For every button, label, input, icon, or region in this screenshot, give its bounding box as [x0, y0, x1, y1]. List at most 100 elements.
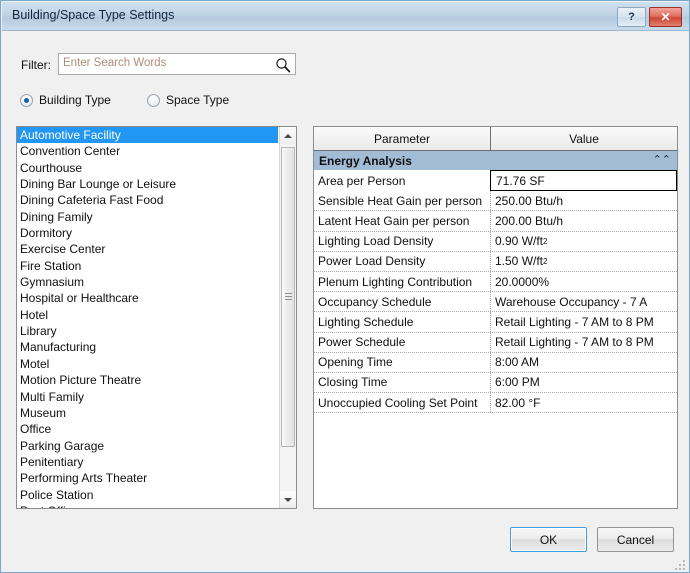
radio-checked-icon	[20, 93, 33, 107]
group-header-label: Energy Analysis	[319, 153, 412, 168]
list-item[interactable]: Motel	[17, 356, 278, 372]
question-mark-icon: ?	[628, 10, 635, 23]
table-row[interactable]: Latent Heat Gain per person 200.00 Btu/h	[314, 211, 677, 232]
scrollbar-thumb[interactable]	[281, 147, 295, 447]
parameter-name-cell: Unoccupied Cooling Set Point	[314, 393, 491, 413]
parameter-name-cell: Closing Time	[314, 372, 491, 393]
filter-label: Filter:	[21, 58, 51, 72]
radio-building-type[interactable]: Building Type	[20, 93, 111, 107]
list-item[interactable]: Gymnasium	[17, 274, 278, 290]
dialog-body: Filter: Building Type Space Type Automot…	[2, 31, 689, 572]
list-item[interactable]: Manufacturing	[17, 339, 278, 355]
chevron-up-icon[interactable]: ⌃⌃	[653, 155, 671, 166]
superscript: 2	[543, 236, 548, 246]
close-x-icon: ✕	[660, 10, 671, 24]
list-item[interactable]: Exercise Center	[17, 241, 278, 257]
table-body: Area per Person 71.76 SF Sensible Heat Gai…	[314, 170, 677, 414]
scrollbar-grip-icon	[285, 293, 292, 301]
parameter-name-cell: Power Load Density	[314, 251, 491, 271]
table-row[interactable]: Plenum Lighting Contribution 20.0000%	[314, 271, 677, 293]
ok-button-label: OK	[539, 532, 558, 547]
close-button[interactable]: ✕	[649, 7, 682, 27]
parameter-value-cell[interactable]: Warehouse Occupancy - 7 A	[491, 292, 677, 311]
list-item[interactable]: Convention Center	[17, 143, 278, 159]
list-item[interactable]: Dining Cafeteria Fast Food	[17, 192, 278, 208]
table-row[interactable]: Lighting Load Density 0.90 W/ft 2	[314, 231, 677, 252]
scroll-down-arrow[interactable]	[280, 491, 296, 508]
parameter-name-cell: Opening Time	[314, 352, 491, 372]
list-item[interactable]: Performing Arts Theater	[17, 470, 278, 486]
triangle-down-icon	[284, 497, 292, 502]
list-item[interactable]: Fire Station	[17, 258, 278, 274]
table-header-row: Parameter Value	[314, 127, 677, 151]
list-item[interactable]: Post Office	[17, 503, 278, 508]
radio-building-type-label: Building Type	[39, 93, 111, 107]
superscript: 2	[543, 256, 548, 266]
list-item[interactable]: Police Station	[17, 487, 278, 503]
parameter-value-cell[interactable]: 0.90 W/ft 2	[491, 232, 677, 251]
list-item[interactable]: Penitentiary	[17, 454, 278, 470]
list-item[interactable]: Automotive Facility	[17, 127, 278, 144]
list-item[interactable]: Multi Family	[17, 389, 278, 405]
building-type-listbox[interactable]: Automotive Facility Convention Center Cour…	[16, 126, 297, 509]
window-title: Building/Space Type Settings	[12, 8, 175, 22]
radio-space-type[interactable]: Space Type	[147, 93, 229, 107]
table-row[interactable]: Power Load Density 1.50 W/ft 2	[314, 251, 677, 272]
parameter-value-cell[interactable]: 82.00 °F	[491, 393, 677, 412]
parameter-name-cell: Sensible Heat Gain per person	[314, 191, 491, 211]
scroll-up-arrow[interactable]	[280, 127, 296, 144]
ok-button[interactable]: OK	[510, 527, 587, 552]
filter-field-wrapper[interactable]	[58, 53, 296, 75]
list-item[interactable]: Hotel	[17, 307, 278, 323]
radio-space-type-label: Space Type	[166, 93, 230, 107]
parameter-value-cell[interactable]: 250.00 Btu/h	[491, 191, 677, 210]
list-item[interactable]: Courthouse	[17, 160, 278, 176]
parameter-value-cell[interactable]: 71.76 SF	[490, 170, 677, 192]
list-item[interactable]: Dining Family	[17, 209, 278, 225]
list-item[interactable]: Library	[17, 323, 278, 339]
parameter-value-cell[interactable]: Retail Lighting - 7 AM to 8 PM	[491, 312, 677, 331]
parameter-value-cell[interactable]: Retail Lighting - 7 AM to 8 PM	[491, 333, 677, 352]
list-item[interactable]: Dining Bar Lounge or Leisure	[17, 176, 278, 192]
triangle-up-icon	[284, 133, 292, 138]
search-input[interactable]	[63, 57, 258, 69]
list-item[interactable]: Office	[17, 421, 278, 437]
parameter-name-cell: Lighting Schedule	[314, 312, 491, 332]
list-item[interactable]: Dormitory	[17, 225, 278, 241]
parameter-name-cell: Lighting Load Density	[314, 231, 491, 251]
list-item[interactable]: Hospital or Healthcare	[17, 290, 278, 306]
table-row[interactable]: Unoccupied Cooling Set Point 82.00 °F	[314, 393, 677, 414]
resize-grip-icon[interactable]	[675, 558, 687, 570]
table-row[interactable]: Closing Time 6:00 PM	[314, 372, 677, 394]
search-icon[interactable]	[275, 57, 291, 73]
help-button[interactable]: ?	[617, 7, 646, 27]
cancel-button[interactable]: Cancel	[597, 527, 674, 552]
table-row[interactable]: Lighting Schedule Retail Lighting - 7 AM …	[314, 312, 677, 333]
parameter-value-cell[interactable]: 1.50 W/ft 2	[491, 252, 677, 271]
parameter-name-cell: Area per Person	[314, 171, 491, 191]
table-row[interactable]: Opening Time 8:00 AM	[314, 352, 677, 373]
building-type-list[interactable]: Automotive Facility Convention Center Cour…	[17, 127, 278, 508]
list-item[interactable]: Museum	[17, 405, 278, 421]
table-row[interactable]: Occupancy Schedule Warehouse Occupancy - …	[314, 292, 677, 313]
column-header-value[interactable]: Value	[491, 127, 677, 150]
list-item[interactable]: Motion Picture Theatre	[17, 372, 278, 388]
parameter-name-cell: Latent Heat Gain per person	[314, 211, 491, 231]
table-row[interactable]: Power Schedule Retail Lighting - 7 AM to …	[314, 332, 677, 353]
list-item[interactable]: Parking Garage	[17, 438, 278, 454]
group-header-energy-analysis[interactable]: Energy Analysis ⌃⌃	[314, 151, 677, 171]
table-row[interactable]: Area per Person 71.76 SF	[314, 170, 677, 192]
type-selector-group: Building Type Space Type	[20, 93, 320, 111]
cancel-button-label: Cancel	[616, 532, 655, 547]
parameter-value-cell[interactable]: 20.0000%	[491, 272, 677, 291]
column-header-parameter[interactable]: Parameter	[314, 127, 491, 150]
parameter-value-cell[interactable]: 8:00 AM	[491, 353, 677, 372]
parameter-value-cell[interactable]: 6:00 PM	[491, 373, 677, 392]
parameter-name-cell: Occupancy Schedule	[314, 292, 491, 312]
list-scrollbar[interactable]	[279, 127, 296, 508]
parameter-table: Parameter Value Energy Analysis ⌃⌃ Area …	[313, 126, 678, 509]
table-row[interactable]: Sensible Heat Gain per person 250.00 Btu/…	[314, 191, 677, 212]
parameter-value-cell[interactable]: 200.00 Btu/h	[491, 211, 677, 230]
parameter-name-cell: Plenum Lighting Contribution	[314, 271, 491, 292]
parameter-name-cell: Power Schedule	[314, 332, 491, 352]
